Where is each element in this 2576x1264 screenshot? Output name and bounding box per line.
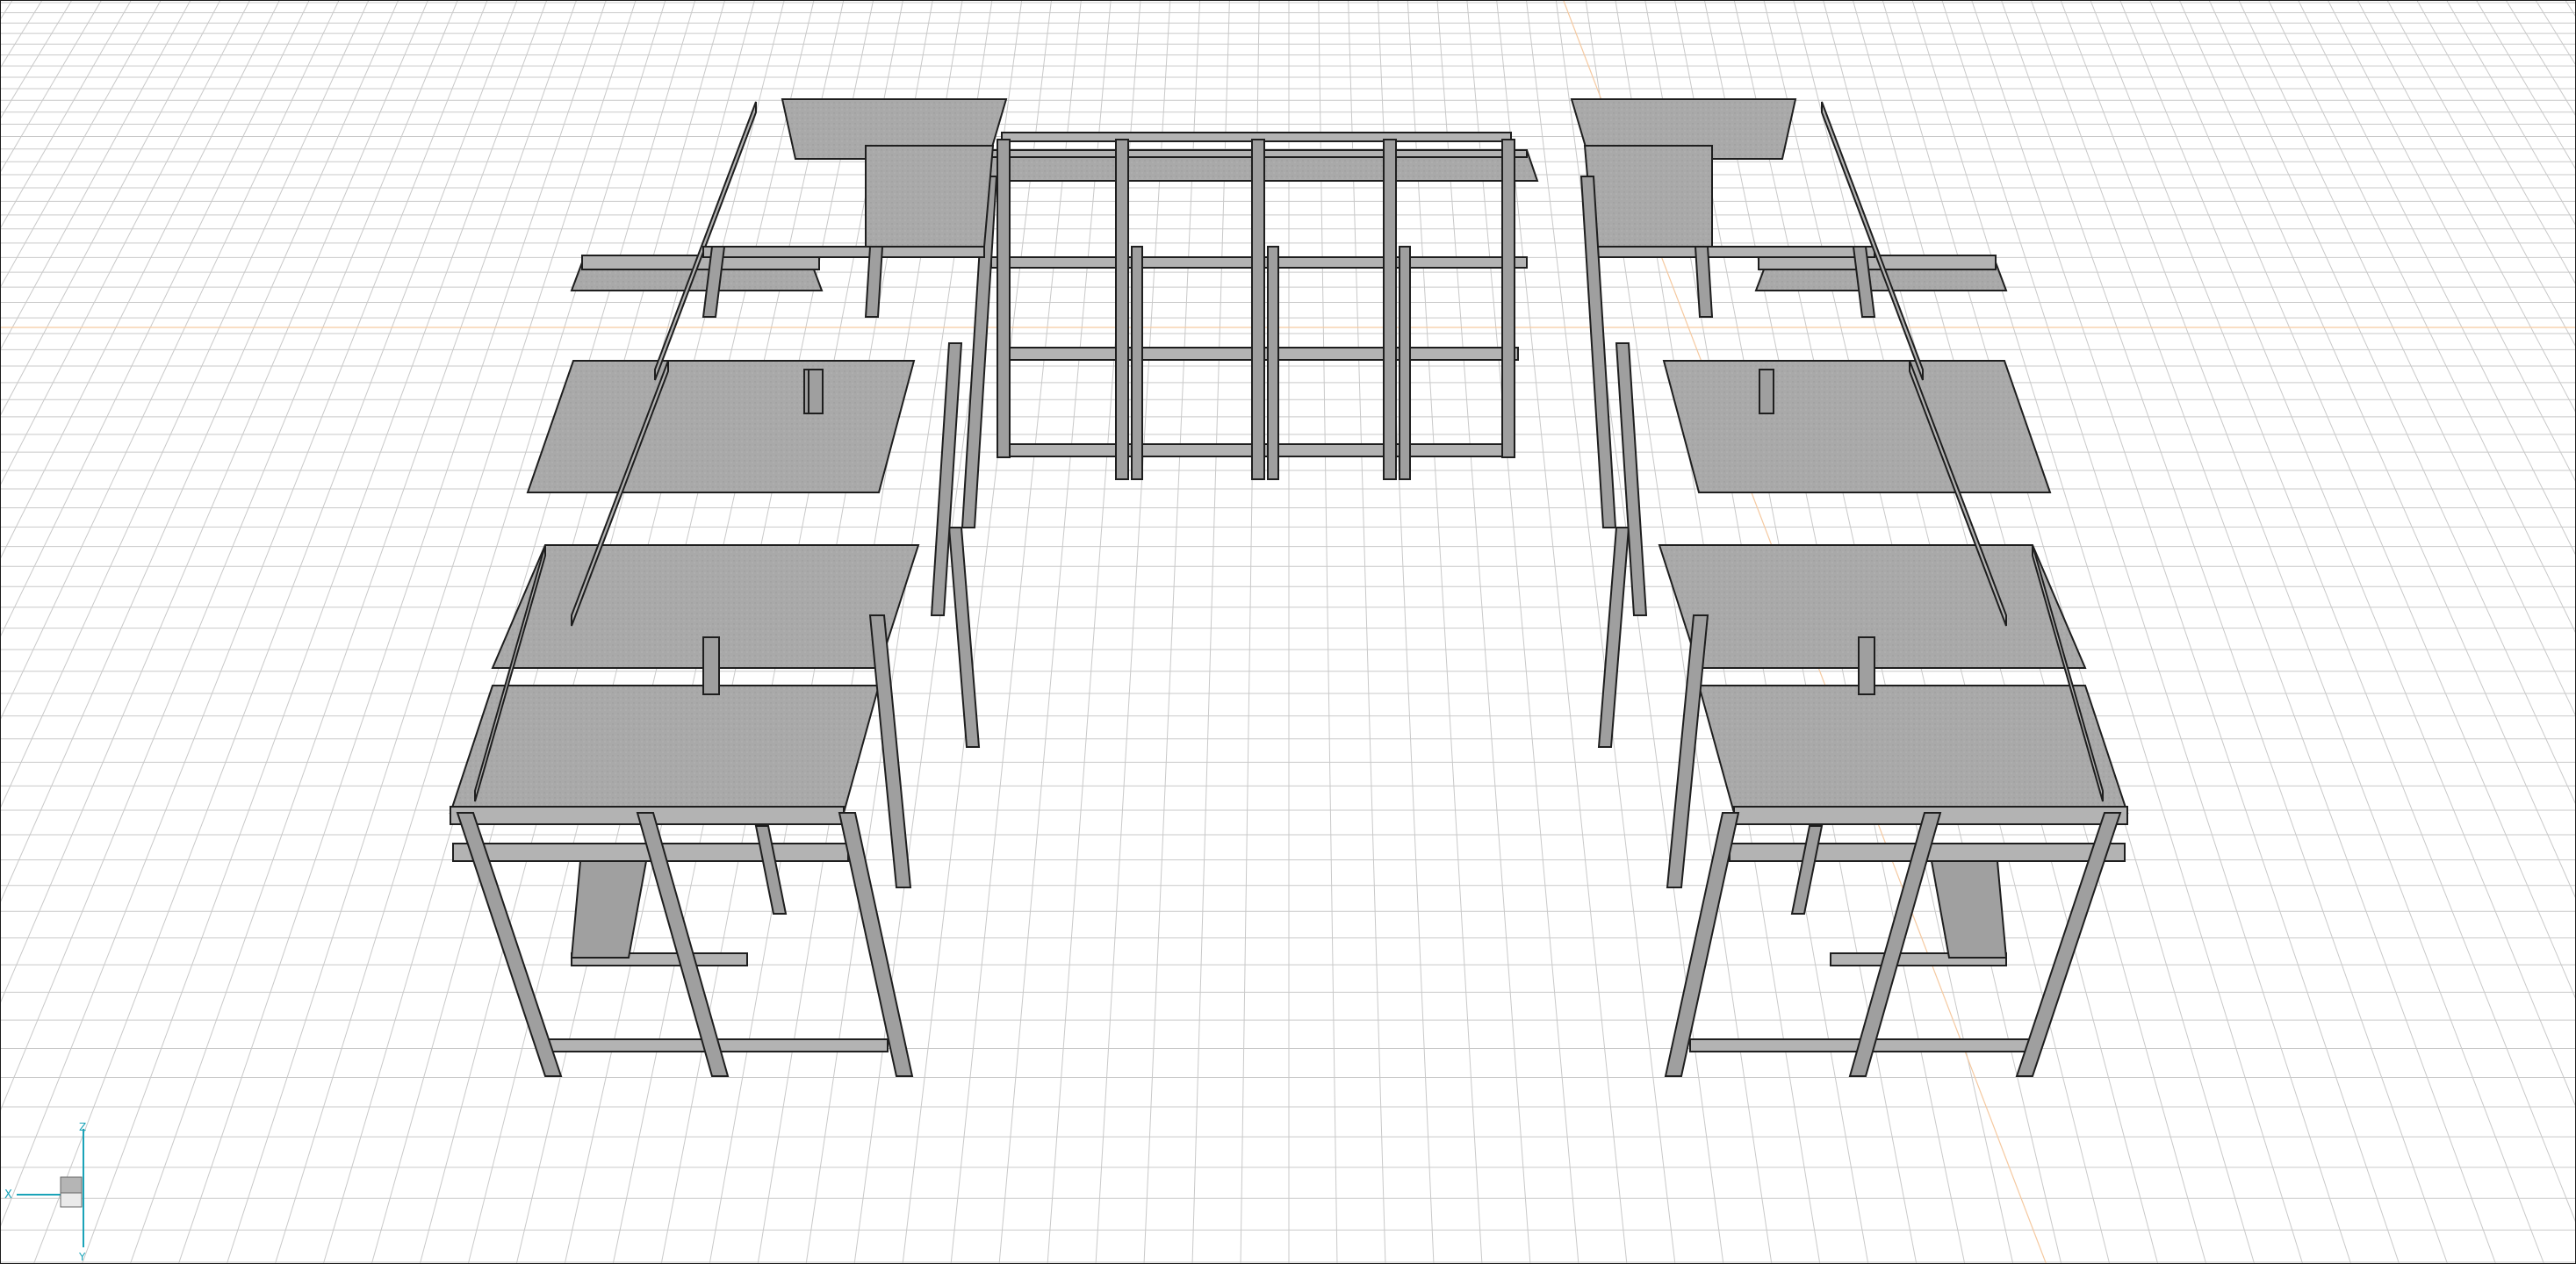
grid-line [2060,1,2544,1263]
column-stub [808,369,824,414]
x-axis-label: X [4,1189,12,1202]
grid-line [2476,1,2575,169]
slab-right-upper [1662,360,2052,493]
grid-line [2298,1,2575,556]
column-right [1666,614,1709,888]
slab-left-upper [526,360,916,493]
y-axis-label: Y [78,1251,86,1263]
column-left [947,527,981,748]
grid-line [1,1,280,559]
grid-line [33,1,518,1263]
column-left [754,825,788,915]
z-axis-label: Z [79,1121,86,1133]
view-cube-face [60,1192,83,1208]
ground-grid [1,1,2575,1263]
column-back [1399,246,1411,480]
column-right [1790,825,1824,915]
grid-line [1191,1,1230,1263]
grid-line [2328,1,2575,482]
3d-viewport[interactable]: X Z Y [0,0,2576,1264]
grid-line [1143,1,1201,1263]
column-stub [1759,369,1774,414]
column-back [997,139,1011,458]
column-back [1501,139,1515,458]
grid-line [1318,1,1338,1263]
column-back [1267,246,1279,480]
grid-line [2416,1,2575,284]
slab-right-inner [1583,145,1713,257]
slab-right-front [1697,685,2129,814]
column-right [1597,527,1630,748]
grid-line [1,1,132,228]
axis-triad-icon[interactable]: X Z Y [1,1120,106,1264]
grid-line [2179,1,2575,898]
grid-line [1,1,250,485]
column-left [868,614,912,888]
grid-line [2209,1,2575,804]
column-stub [702,636,720,695]
grid-line [2357,1,2575,413]
grid-line [2446,1,2575,226]
grid-line [2119,1,2575,1107]
grid-line [1,1,191,350]
column-back [1383,139,1397,480]
slab-left-front [449,685,881,814]
beam-left-upper [702,246,985,258]
column-stub [1858,636,1875,695]
column-back [1131,246,1143,480]
grid-line [1,1,42,68]
beam-right-side [1821,101,1924,381]
grid-line [1,1,488,1227]
column-back [1251,139,1265,480]
model-scene[interactable] [1,1,2576,1264]
grid-line [1,1,220,416]
grid-line [1,1,428,1003]
stair-left [570,860,648,959]
grid-line [2565,1,2575,17]
grid-line [1348,1,1386,1263]
beam-right-upper [1593,246,1875,258]
slab-left-inner [865,145,995,257]
column-back [1115,139,1129,480]
view-cube-icon[interactable] [60,1176,83,1194]
grid-line [2090,1,2575,1222]
grid-line [1,1,458,1111]
grid-line [1,1,310,637]
grid-line [1,1,102,172]
grid-line [2268,1,2575,633]
stair-right [1930,860,2008,959]
grid-line [2387,1,2575,347]
grid-line [2149,1,2575,999]
grid-line [1407,1,1483,1263]
beam-left-side [654,101,757,381]
grid-line [1095,1,1171,1263]
